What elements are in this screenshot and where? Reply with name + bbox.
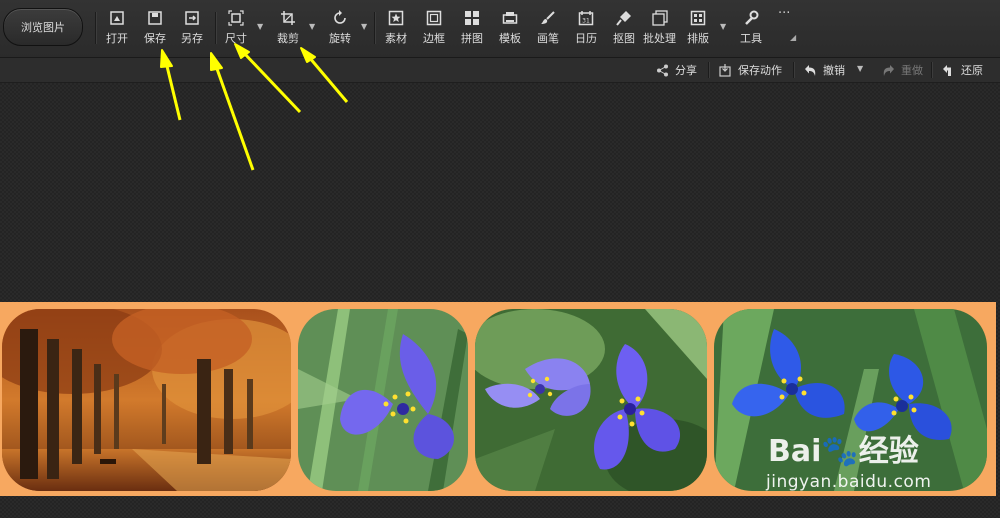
save-button[interactable]: 保存	[144, 10, 166, 48]
toolbar-divider	[374, 12, 375, 44]
action-divider	[793, 62, 794, 78]
calendar-icon: 31	[578, 10, 594, 26]
svg-text:31: 31	[582, 18, 590, 25]
save-as-icon	[184, 10, 200, 26]
open-button[interactable]: 打开	[106, 10, 128, 48]
save-as-button[interactable]: 另存	[181, 10, 203, 48]
crop-label: 裁剪	[277, 32, 299, 45]
material-icon	[388, 10, 404, 26]
collage-label: 拼图	[461, 32, 483, 45]
batch-process-button[interactable]: 批处理	[643, 10, 676, 48]
expand-corner-icon[interactable]: ◢	[790, 33, 796, 42]
rotate-icon	[332, 10, 348, 26]
material-button[interactable]: 素材	[385, 10, 407, 48]
open-icon	[109, 10, 125, 26]
undo-label[interactable]: 撤销	[823, 62, 845, 78]
collage-icon	[464, 10, 480, 26]
action-bar: 分享 保存动作 撤销 ▼ 重做 还原	[0, 58, 1000, 83]
tools-button[interactable]: 工具	[740, 10, 762, 48]
open-label: 打开	[106, 32, 128, 45]
resize-button[interactable]: 尺寸	[225, 10, 247, 48]
watermark-logo: Bai🐾经验	[768, 434, 919, 469]
layout-button[interactable]: 排版	[687, 10, 709, 48]
layout-dropdown-caret-icon[interactable]: ▼	[720, 22, 726, 31]
border-button[interactable]: 边框	[423, 10, 445, 48]
action-divider	[931, 62, 932, 78]
purple-flower-photo	[298, 309, 468, 491]
brush-icon	[540, 10, 556, 26]
collage-button[interactable]: 拼图	[461, 10, 483, 48]
restore-label: 还原	[961, 64, 983, 77]
undo-button[interactable]: 撤销	[804, 62, 845, 78]
watermark-url: jingyan.baidu.com	[766, 472, 932, 492]
border-label: 边框	[423, 32, 445, 45]
brush-button[interactable]: 画笔	[537, 10, 559, 48]
wrench-icon	[743, 10, 759, 26]
save-action-button[interactable]: 保存动作	[719, 62, 782, 78]
template-button[interactable]: 模板	[499, 10, 521, 48]
layout-icon	[690, 10, 706, 26]
rotate-label: 旋转	[329, 32, 351, 45]
brush-label: 画笔	[537, 32, 559, 45]
toolbar-divider	[95, 12, 96, 44]
template-label: 模板	[499, 32, 521, 45]
calendar-button[interactable]: 31 日历	[575, 10, 597, 48]
calendar-label: 日历	[575, 32, 597, 45]
share-button[interactable]: 分享	[656, 62, 697, 78]
two-flowers-photo	[475, 309, 707, 491]
batch-icon	[651, 10, 668, 26]
material-label: 素材	[385, 32, 407, 45]
main-toolbar: 浏览图片 打开 保存 另存 尺寸 ▼ 裁剪 ▼ 旋转 ▼ 素材 边框 拼图 模板…	[0, 0, 1000, 58]
save-action-label: 保存动作	[738, 64, 782, 77]
share-icon	[657, 64, 668, 76]
restore-icon	[943, 64, 951, 76]
cutout-button[interactable]: 抠图	[613, 10, 635, 48]
more-button[interactable]: ···	[778, 6, 790, 21]
autumn-forest-photo	[2, 309, 291, 491]
template-icon	[502, 10, 518, 26]
action-divider	[708, 62, 709, 78]
redo-label: 重做	[901, 64, 923, 77]
redo-icon	[883, 64, 894, 76]
rotate-dropdown-caret-icon[interactable]: ▼	[361, 22, 367, 31]
save-action-icon	[719, 63, 731, 77]
crop-icon	[280, 10, 296, 26]
resize-icon	[228, 10, 244, 26]
undo-icon	[805, 64, 816, 76]
resize-label: 尺寸	[225, 32, 247, 45]
cutout-icon	[616, 10, 632, 26]
browse-images-button[interactable]: 浏览图片	[3, 8, 83, 46]
restore-button[interactable]: 还原	[942, 62, 983, 78]
border-icon	[426, 10, 442, 26]
layout-label: 排版	[687, 32, 709, 45]
save-label: 保存	[144, 32, 166, 45]
baidu-jingyan-watermark: Bai🐾经验 jingyan.baidu.com	[766, 418, 986, 496]
save-as-label: 另存	[181, 32, 203, 45]
cutout-label: 抠图	[613, 32, 635, 45]
share-label: 分享	[675, 64, 697, 77]
redo-button[interactable]: 重做	[882, 62, 923, 78]
crop-button[interactable]: 裁剪	[277, 10, 299, 48]
rotate-button[interactable]: 旋转	[329, 10, 351, 48]
resize-dropdown-caret-icon[interactable]: ▼	[257, 22, 263, 31]
batch-label: 批处理	[643, 32, 676, 45]
toolbar-divider	[215, 12, 216, 44]
undo-dropdown-caret-icon[interactable]: ▼	[857, 64, 863, 73]
crop-dropdown-caret-icon[interactable]: ▼	[309, 22, 315, 31]
tools-label: 工具	[740, 32, 762, 45]
save-icon	[147, 10, 163, 26]
